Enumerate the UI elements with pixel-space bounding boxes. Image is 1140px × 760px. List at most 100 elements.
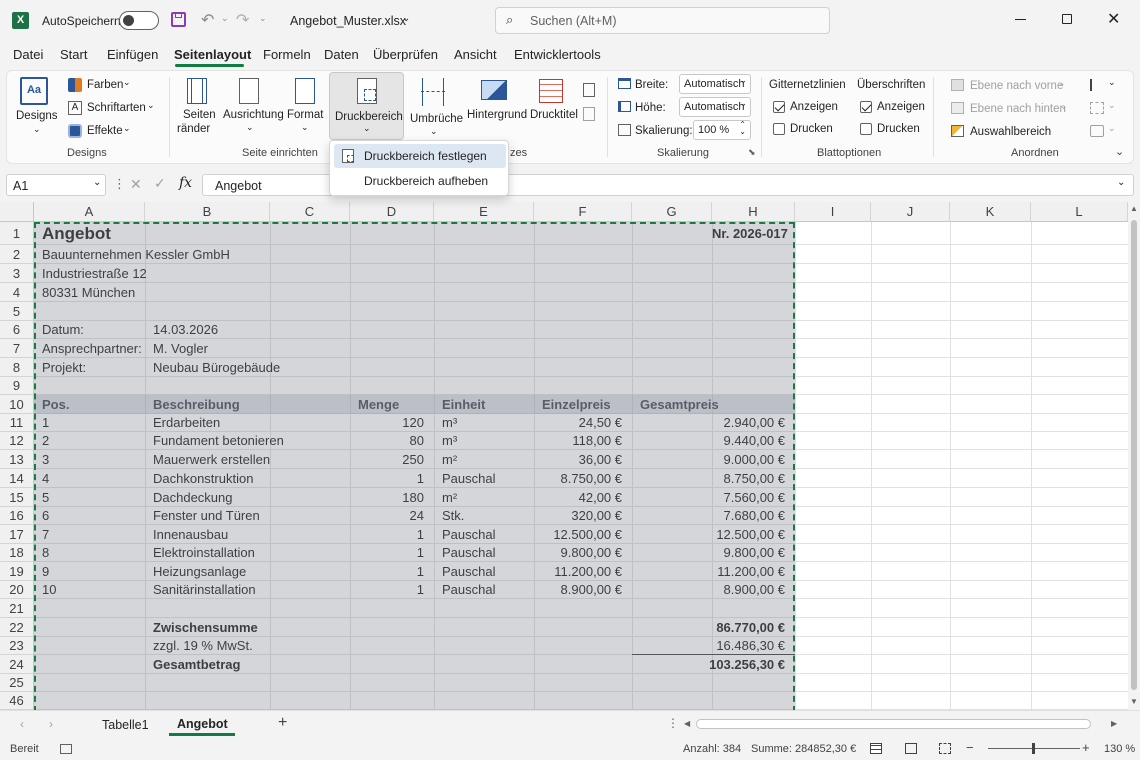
ausrichtung-button[interactable]: Ausrichtung ⌄ bbox=[222, 75, 284, 139]
dialog-launcher-icon[interactable]: ⬊ bbox=[748, 147, 756, 158]
table-cell-description[interactable]: Mauerwerk erstellen bbox=[153, 450, 270, 469]
sheet-tab-tabelle1[interactable]: Tabelle1 bbox=[102, 718, 149, 732]
stepper-down-icon[interactable]: ⌄ bbox=[739, 127, 746, 136]
tab-ueberpruefen[interactable]: Überprüfen bbox=[373, 47, 438, 62]
table-cell-unit[interactable]: Pauschal bbox=[442, 525, 495, 544]
table-cell-total[interactable]: 9.800,00 € bbox=[632, 544, 785, 562]
column-header-C[interactable]: C bbox=[270, 202, 350, 222]
prev-sheet-icon[interactable]: ‹ bbox=[20, 717, 24, 731]
restore-icon[interactable] bbox=[1062, 14, 1072, 24]
table-cell-pos[interactable]: 2 bbox=[42, 432, 49, 450]
ebene-nach-hinten-button[interactable]: Ebene nach hinten bbox=[970, 103, 1066, 115]
table-cell-description[interactable]: Fenster und Türen bbox=[153, 507, 260, 525]
table-cell-quantity[interactable]: 24 bbox=[350, 507, 424, 525]
table-cell-unit[interactable]: Pauschal bbox=[442, 581, 495, 599]
row-header-23[interactable]: 23 bbox=[0, 637, 34, 655]
ueberschriften-anzeigen-checkbox[interactable] bbox=[860, 101, 872, 113]
table-cell-description[interactable]: Heizungsanlage bbox=[153, 562, 246, 581]
row-header-14[interactable]: 14 bbox=[0, 469, 34, 488]
undo-dropdown-icon[interactable]: ⌄ bbox=[221, 13, 229, 24]
table-cell-description[interactable]: Dachkonstruktion bbox=[153, 469, 253, 488]
row-header-46[interactable]: 46 bbox=[0, 692, 34, 710]
cancel-icon[interactable]: ✕ bbox=[130, 176, 142, 193]
row-header-18[interactable]: 18 bbox=[0, 544, 34, 562]
row-header-12[interactable]: 12 bbox=[0, 432, 34, 450]
skalierung-stepper[interactable]: 100 % ⌃ ⌄ bbox=[693, 120, 751, 140]
scroll-up-icon[interactable]: ▲ bbox=[1130, 204, 1138, 213]
hscroll-right-icon[interactable]: ▶ bbox=[1111, 719, 1117, 728]
effekte-button[interactable]: Effekte bbox=[87, 125, 123, 137]
zoom-level[interactable]: 130 % bbox=[1104, 743, 1135, 755]
row-header-10[interactable]: 10 bbox=[0, 395, 34, 414]
column-header-K[interactable]: K bbox=[950, 202, 1031, 222]
zoom-slider[interactable] bbox=[988, 743, 1080, 754]
sheet-tab-angebot[interactable]: Angebot bbox=[177, 717, 228, 731]
table-cell-unit[interactable]: Stk. bbox=[442, 507, 464, 525]
cell-offer-number[interactable]: Nr. 2026-017 bbox=[712, 222, 788, 245]
table-cell-quantity[interactable]: 120 bbox=[350, 414, 424, 432]
table-cell-unit-price[interactable]: 11.200,00 € bbox=[534, 562, 622, 581]
row-header-2[interactable]: 2 bbox=[0, 245, 34, 264]
tab-daten[interactable]: Daten bbox=[324, 47, 359, 62]
table-cell-pos[interactable]: 9 bbox=[42, 562, 49, 581]
table-cell-quantity[interactable]: 180 bbox=[350, 488, 424, 507]
column-header-B[interactable]: B bbox=[145, 202, 270, 222]
group-objects-icon[interactable] bbox=[1090, 102, 1104, 114]
grand-total-label[interactable]: Gesamtbetrag bbox=[153, 655, 240, 674]
table-cell-total[interactable]: 7.560,00 € bbox=[632, 488, 785, 507]
column-header-I[interactable]: I bbox=[795, 202, 871, 222]
column-header-A[interactable]: A bbox=[34, 202, 145, 222]
table-cell-unit[interactable]: Pauschal bbox=[442, 562, 495, 581]
cell-company[interactable]: Bauunternehmen Kessler GmbH bbox=[42, 245, 230, 264]
table-cell-total[interactable]: 12.500,00 € bbox=[632, 525, 785, 544]
designs-button[interactable]: Aa Designs ⌄ bbox=[13, 75, 59, 139]
cell-street[interactable]: Industriestraße 12 bbox=[42, 264, 147, 283]
tab-start[interactable]: Start bbox=[60, 47, 87, 62]
insert-function-icon[interactable]: fx bbox=[179, 175, 192, 191]
scroll-down-icon[interactable]: ▼ bbox=[1130, 697, 1138, 706]
vat-label[interactable]: zzgl. 19 % MwSt. bbox=[153, 637, 253, 655]
search-box[interactable]: ⌕ Suchen (Alt+M) bbox=[495, 7, 830, 34]
file-name-chevron-icon[interactable]: ⌄ bbox=[402, 13, 410, 24]
spreadsheet-grid[interactable]: ABCDEFGHIJKL 1 2 3 4 5 6 7 8 9 10 11 12 13 14 15 16 17 18… bbox=[0, 202, 1128, 710]
table-cell-unit-price[interactable]: 36,00 € bbox=[534, 450, 622, 469]
row-header-13[interactable]: 13 bbox=[0, 450, 34, 469]
next-sheet-icon[interactable]: › bbox=[49, 717, 53, 731]
table-cell-total[interactable]: 11.200,00 € bbox=[632, 562, 785, 581]
zoom-in-icon[interactable]: + bbox=[1082, 740, 1090, 755]
druckbereich-button[interactable]: Druckbereich ⌄ bbox=[329, 72, 404, 140]
table-cell-quantity[interactable]: 1 bbox=[350, 544, 424, 562]
tab-seitenlayout[interactable]: Seitenlayout bbox=[174, 47, 251, 62]
cell-project[interactable]: Neubau Bürogebäude bbox=[153, 358, 280, 377]
table-cell-unit[interactable]: m³ bbox=[442, 414, 457, 432]
grand-total-value[interactable]: 103.256,30 € bbox=[632, 655, 785, 674]
row-header-22[interactable]: 22 bbox=[0, 618, 34, 637]
quickaccess-dropdown-icon[interactable]: ⌄ bbox=[259, 13, 267, 24]
table-cell-unit-price[interactable]: 24,50 € bbox=[534, 414, 622, 432]
save-icon[interactable] bbox=[171, 12, 186, 27]
row-header-7[interactable]: 7 bbox=[0, 339, 34, 358]
page-layout-view-icon[interactable] bbox=[905, 743, 917, 754]
horizontal-scrollbar[interactable] bbox=[696, 719, 1091, 729]
close-icon[interactable]: ✕ bbox=[1107, 9, 1120, 29]
drucktitel-button[interactable]: Drucktitel bbox=[527, 75, 578, 139]
druckbereich-festlegen-item[interactable]: Druckbereich festlegen bbox=[334, 144, 506, 168]
tab-ansicht[interactable]: Ansicht bbox=[454, 47, 497, 62]
table-cell-pos[interactable]: 7 bbox=[42, 525, 49, 544]
cell-date[interactable]: 14.03.2026 bbox=[153, 321, 218, 339]
table-cell-pos[interactable]: 5 bbox=[42, 488, 49, 507]
collapse-ribbon-icon[interactable]: ⌄ bbox=[1115, 145, 1124, 158]
table-cell-unit[interactable]: m³ bbox=[442, 432, 457, 450]
table-cell-pos[interactable]: 10 bbox=[42, 581, 56, 599]
breite-select[interactable]: Automatisch ⌄ bbox=[679, 74, 751, 94]
row-header-4[interactable]: 4 bbox=[0, 283, 34, 302]
table-cell-total[interactable]: 9.440,00 € bbox=[632, 432, 785, 450]
row-header-11[interactable]: 11 bbox=[0, 414, 34, 432]
column-header-G[interactable]: G bbox=[632, 202, 712, 222]
tab-einfuegen[interactable]: Einfügen bbox=[107, 47, 158, 62]
table-cell-total[interactable]: 2.940,00 € bbox=[632, 414, 785, 432]
column-header-F[interactable]: F bbox=[534, 202, 632, 222]
table-cell-quantity[interactable]: 250 bbox=[350, 450, 424, 469]
row-header-15[interactable]: 15 bbox=[0, 488, 34, 507]
subtotal-label[interactable]: Zwischensumme bbox=[153, 618, 258, 637]
